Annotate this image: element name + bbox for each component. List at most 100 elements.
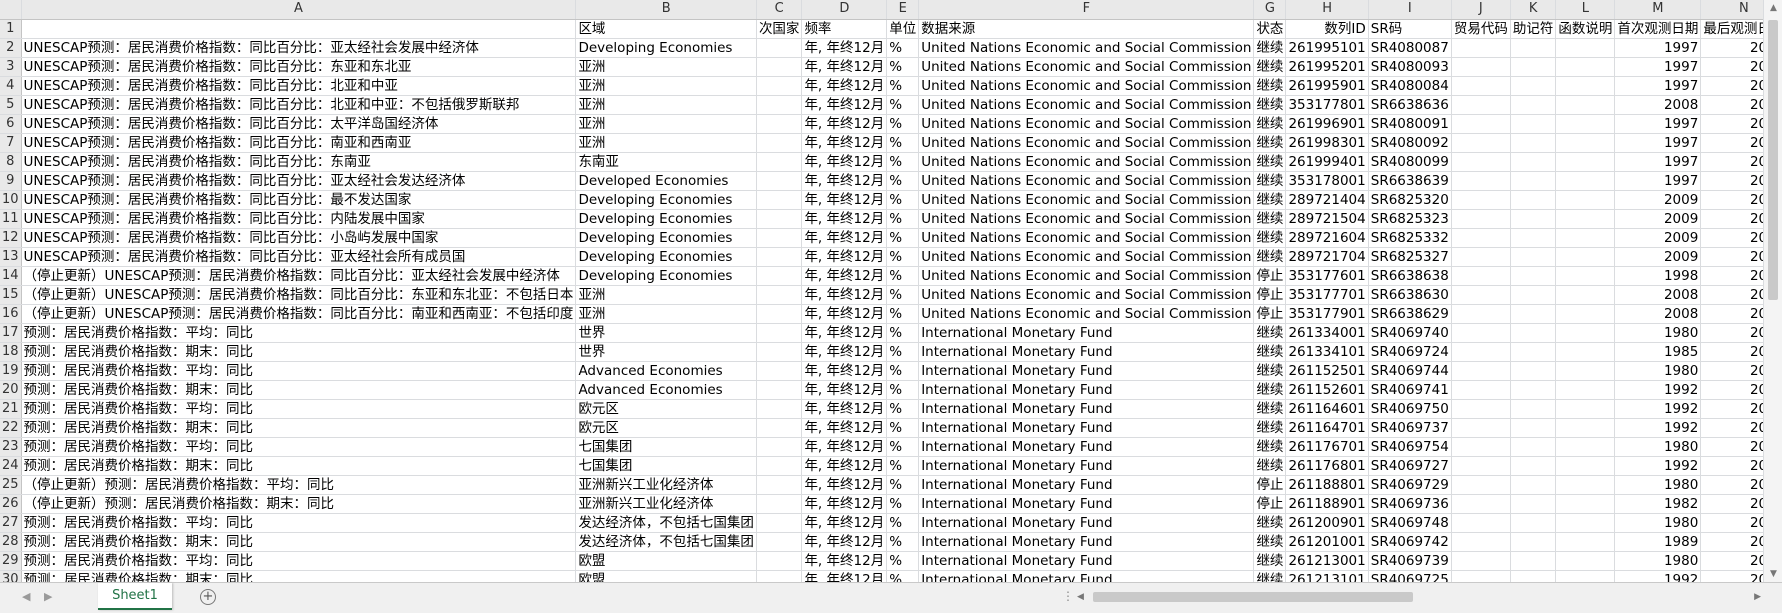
cell[interactable]: 2025 [1700,133,1763,153]
cell[interactable]: 预测：居民消费价格指数：期末：同比 [21,570,577,582]
column-header[interactable]: B [575,0,757,20]
cell[interactable]: United Nations Economic and Social Commi… [918,133,1255,153]
cell[interactable] [1451,95,1511,115]
cell[interactable]: 继续 [1253,342,1287,362]
cell[interactable]: International Monetary Fund [918,361,1255,381]
cell[interactable]: % [886,114,920,134]
cell[interactable]: 1992 [1614,380,1702,400]
cell[interactable]: 2025 [1700,171,1763,191]
cell[interactable]: 年, 年终12月 [801,57,888,77]
cell[interactable] [1451,380,1511,400]
cell[interactable] [1510,95,1557,115]
cell[interactable] [1555,570,1616,582]
cell[interactable] [1451,285,1511,305]
cell[interactable]: 2029 [1700,456,1763,476]
cell[interactable] [1451,38,1511,58]
cell[interactable] [1555,418,1616,438]
column-header[interactable]: N [1700,0,1763,20]
cell[interactable] [1510,342,1557,362]
cell[interactable]: 261999401 [1285,152,1369,172]
cell[interactable]: SR4069724 [1368,342,1452,362]
cell[interactable]: % [886,475,920,495]
cell[interactable]: % [886,209,920,229]
cell[interactable]: 年, 年终12月 [801,209,888,229]
cell[interactable]: United Nations Economic and Social Commi… [918,266,1255,286]
cell[interactable]: SR4080092 [1368,133,1452,153]
row-header[interactable]: 13 [0,247,22,267]
row-header[interactable]: 26 [0,494,22,514]
row-header[interactable]: 18 [0,342,22,362]
cell[interactable]: % [886,399,920,419]
row-header[interactable]: 1 [0,19,22,39]
cell[interactable]: 2025 [1700,209,1763,229]
cell[interactable] [756,114,803,134]
cell[interactable] [1510,399,1557,419]
cell[interactable]: UNESCAP预测：居民消费价格指数：同比百分比：小岛屿发展中国家 [21,228,577,248]
cell[interactable]: United Nations Economic and Social Commi… [918,228,1255,248]
cell[interactable]: 年, 年终12月 [801,38,888,58]
cell[interactable] [1555,247,1616,267]
cell[interactable]: 1980 [1614,513,1702,533]
cell[interactable]: 2025 [1700,114,1763,134]
column-header[interactable]: I [1368,0,1452,20]
cell[interactable]: 亚洲 [575,57,757,77]
cell[interactable]: 1980 [1614,323,1702,343]
row-header[interactable]: 23 [0,437,22,457]
cell[interactable]: 继续 [1253,38,1287,58]
cell[interactable] [1510,418,1557,438]
cell[interactable]: SR4069744 [1368,361,1452,381]
cell[interactable] [1555,38,1616,58]
column-header[interactable]: D [801,0,888,20]
cell[interactable]: % [886,57,920,77]
cell[interactable] [1451,399,1511,419]
cell[interactable] [1555,437,1616,457]
cell[interactable]: SR4069727 [1368,456,1452,476]
cell[interactable] [756,266,803,286]
cell[interactable]: 261334001 [1285,323,1369,343]
cell[interactable] [1510,361,1557,381]
column-header[interactable]: E [886,0,920,20]
cell[interactable]: （停止更新）UNESCAP预测：居民消费价格指数：同比百分比：亚太经社会发展中经… [21,266,577,286]
cell[interactable]: United Nations Economic and Social Commi… [918,95,1255,115]
column-header[interactable]: L [1555,0,1616,20]
cell[interactable]: 2025 [1700,57,1763,77]
cell[interactable] [1510,513,1557,533]
cell[interactable] [1451,304,1511,324]
cell[interactable]: 预测：居民消费价格指数：期末：同比 [21,380,577,400]
cell[interactable] [1451,361,1511,381]
column-header[interactable]: H [1285,0,1369,20]
cell[interactable] [756,38,803,58]
cell[interactable]: 2025 [1700,95,1763,115]
cell[interactable] [756,76,803,96]
cell[interactable]: SR6825332 [1368,228,1452,248]
cell[interactable] [1555,114,1616,134]
cell[interactable]: SR4069750 [1368,399,1452,419]
cell[interactable]: 继续 [1253,551,1287,571]
scroll-left-icon[interactable]: ◀ [1077,589,1084,605]
scroll-right-icon[interactable]: ▶ [1754,589,1761,605]
cell[interactable]: 289721404 [1285,190,1369,210]
cell[interactable]: 261998301 [1285,133,1369,153]
cell[interactable] [1510,209,1557,229]
cell[interactable] [1451,551,1511,571]
row-header[interactable]: 30 [0,570,22,582]
cell[interactable] [1555,76,1616,96]
cell[interactable]: 继续 [1253,570,1287,582]
cell[interactable] [1510,551,1557,571]
cell[interactable]: 2009 [1614,228,1702,248]
cell[interactable]: 1992 [1614,418,1702,438]
cell[interactable]: 261995901 [1285,76,1369,96]
cell[interactable]: 年, 年终12月 [801,570,888,582]
cell[interactable]: United Nations Economic and Social Commi… [918,114,1255,134]
cell[interactable] [756,551,803,571]
cell[interactable]: 289721504 [1285,209,1369,229]
column-header[interactable]: M [1614,0,1702,20]
cell[interactable]: 2029 [1700,342,1763,362]
cell[interactable]: SR4080087 [1368,38,1452,58]
cell[interactable]: % [886,133,920,153]
cell[interactable]: Developing Economies [575,209,757,229]
cell[interactable]: 继续 [1253,209,1287,229]
cell[interactable]: 2025 [1700,38,1763,58]
cell[interactable]: 亚洲新兴工业化经济体 [575,475,757,495]
cell[interactable] [1555,95,1616,115]
